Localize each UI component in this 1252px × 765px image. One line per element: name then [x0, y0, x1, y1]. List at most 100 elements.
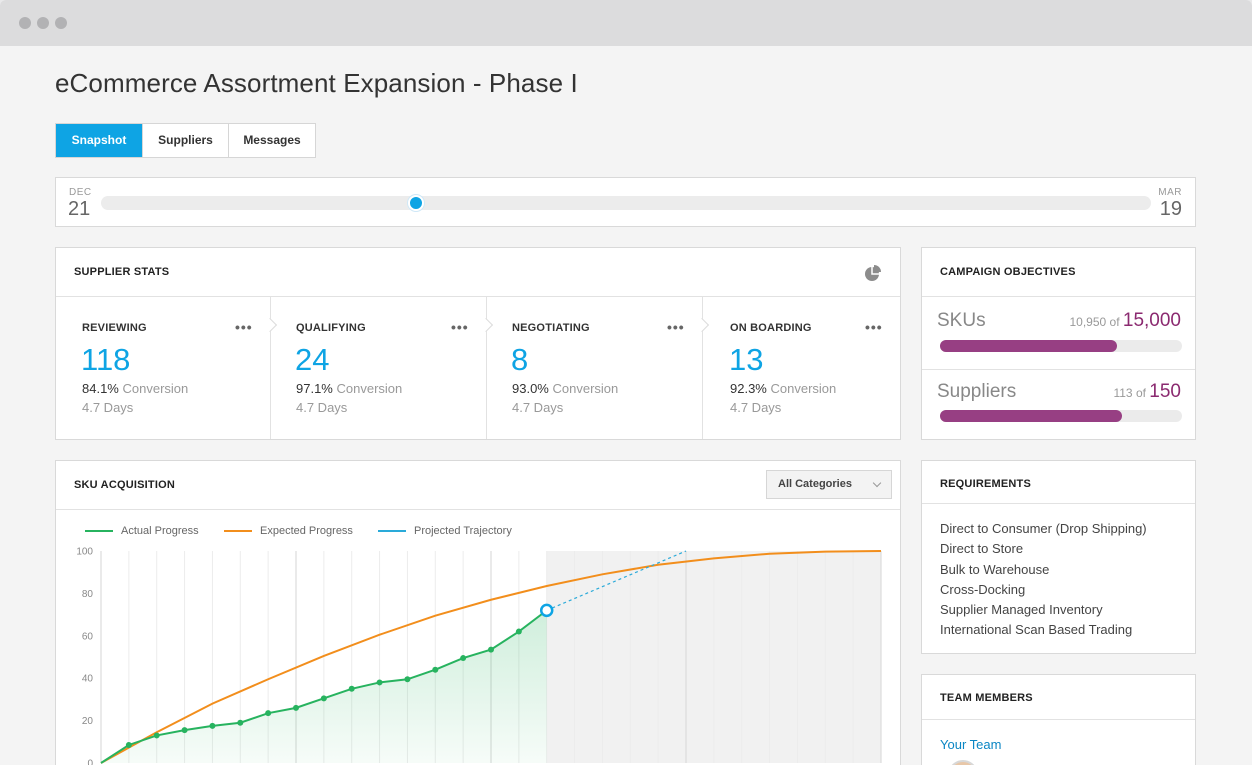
team-members-card: TEAM MEMBERS Your Team [921, 674, 1196, 765]
actual-progress-point [515, 628, 522, 635]
window-maximize-dot[interactable] [55, 17, 67, 29]
requirement-item: Bulk to Warehouse [940, 561, 1050, 577]
tab-messages[interactable]: Messages [229, 124, 315, 157]
objective-current: 113 [1113, 386, 1133, 400]
stat-qualifying: QUALIFYING ••• 24 97.1% Conversion 4.7 D… [295, 297, 471, 439]
stat-days: 4.7 Days [730, 400, 782, 415]
actual-progress-point [404, 676, 411, 683]
objective-label: SKUs [937, 310, 986, 331]
legend-projected: Projected Trajectory [378, 525, 512, 537]
stat-chevron [262, 317, 278, 333]
stat-label: ON BOARDING [730, 322, 812, 334]
sku-acquisition-title: SKU ACQUISITION [74, 479, 175, 491]
legend-label: Expected Progress [260, 525, 353, 537]
stat-conversion-value: 92.3% [730, 381, 767, 396]
timeline-end-day: 19 [1159, 198, 1182, 220]
app-window: eCommerce Assortment Expansion - Phase I… [0, 0, 1252, 765]
legend-label: Projected Trajectory [414, 525, 512, 537]
objective-count: 113 of 150 [1113, 381, 1181, 403]
window-minimize-dot[interactable] [37, 17, 49, 29]
y-tick-label: 20 [82, 716, 94, 727]
team-members-title: TEAM MEMBERS [940, 692, 1033, 704]
timeline-end-month: MAR [1158, 187, 1182, 198]
objective-of: of [1135, 386, 1146, 400]
objective-suppliers: Suppliers 113 of 150 [922, 369, 1195, 439]
stat-days: 4.7 Days [296, 400, 348, 415]
more-options-icon[interactable]: ••• [451, 320, 469, 334]
requirement-item: Supplier Managed Inventory [940, 602, 1103, 618]
objective-total: 150 [1149, 381, 1181, 402]
objective-progress-fill [940, 410, 1123, 422]
window-close-dot[interactable] [19, 17, 31, 29]
category-select[interactable]: All Categories [766, 470, 892, 499]
requirement-item: Cross-Docking [940, 581, 1026, 597]
actual-progress-point [237, 719, 244, 726]
requirement-item: Direct to Consumer (Drop Shipping) [940, 521, 1147, 536]
objective-total: 15,000 [1122, 310, 1181, 331]
stat-label: REVIEWING [82, 322, 147, 334]
window-titlebar [0, 0, 1252, 46]
requirements-list: Direct to Consumer (Drop Shipping) Direc… [940, 519, 1147, 641]
stat-conversion-label: Conversion [122, 381, 189, 396]
sku-acquisition-chart: 0 20 40 60 80 100 [76, 547, 882, 765]
avatar[interactable] [948, 760, 978, 765]
legend-swatch [224, 530, 252, 533]
campaign-objectives-card: CAMPAIGN OBJECTIVES SKUs 10,950 of 15,00… [921, 247, 1196, 440]
tab-suppliers[interactable]: Suppliers [143, 124, 229, 157]
y-tick-label: 60 [82, 631, 94, 642]
objective-progress-bar [940, 410, 1182, 422]
more-options-icon[interactable]: ••• [865, 320, 883, 334]
actual-progress-point [181, 727, 188, 734]
y-tick-label: 100 [76, 547, 93, 558]
timeline-start-day: 21 [68, 198, 91, 220]
stat-conversion: 84.1% Conversion [82, 381, 188, 396]
current-progress-point [539, 603, 554, 618]
objective-of: of [1109, 315, 1120, 329]
y-tick-label: 80 [82, 589, 94, 600]
legend-swatch [378, 530, 406, 533]
campaign-objectives-title: CAMPAIGN OBJECTIVES [940, 266, 1076, 278]
legend-label: Actual Progress [121, 525, 199, 537]
more-options-icon[interactable]: ••• [667, 320, 685, 334]
requirements-card: REQUIREMENTS Direct to Consumer (Drop Sh… [921, 460, 1196, 654]
actual-progress-point [320, 695, 327, 702]
stat-conversion-value: 97.1% [296, 381, 333, 396]
stat-label: QUALIFYING [296, 322, 366, 334]
objective-current: 10,950 [1069, 315, 1107, 329]
sku-acquisition-header: SKU ACQUISITION All Categories [56, 461, 900, 510]
actual-progress-point [265, 710, 272, 717]
timeline-start-month: DEC [69, 187, 92, 198]
stat-value: 8 [511, 342, 529, 377]
objective-progress-bar [940, 340, 1182, 352]
stat-conversion: 92.3% Conversion [730, 381, 836, 396]
timeline-track[interactable] [101, 195, 1151, 211]
stat-reviewing: REVIEWING ••• 118 84.1% Conversion 4.7 D… [81, 297, 257, 439]
stat-label: NEGOTIATING [512, 322, 590, 334]
requirement-item: International Scan Based Trading [940, 622, 1133, 638]
stat-conversion-label: Conversion [336, 381, 403, 396]
your-team-link[interactable]: Your Team [940, 737, 1001, 752]
legend-swatch [85, 530, 113, 533]
stat-days: 4.7 Days [512, 400, 564, 415]
actual-progress-point [460, 655, 467, 662]
stat-conversion-label: Conversion [770, 381, 837, 396]
actual-progress-point [376, 679, 383, 686]
sku-acquisition-card: SKU ACQUISITION All Categories Actual Pr… [55, 460, 901, 765]
actual-progress-point [488, 646, 494, 653]
stat-value: 118 [81, 342, 131, 377]
more-options-icon[interactable]: ••• [235, 320, 253, 334]
chevron-down-icon [872, 478, 882, 488]
stat-days: 4.7 Days [82, 400, 134, 415]
stat-conversion-label: Conversion [552, 381, 619, 396]
stat-conversion: 93.0% Conversion [512, 381, 618, 396]
pie-chart-icon[interactable] [864, 264, 882, 282]
timeline-slider: DEC 21 MAR 19 [55, 177, 1196, 227]
objective-label: Suppliers [937, 381, 1017, 402]
objective-skus: SKUs 10,950 of 15,000 [922, 298, 1195, 368]
tab-snapshot[interactable]: Snapshot [56, 124, 143, 157]
campaign-objectives-header: CAMPAIGN OBJECTIVES [922, 248, 1195, 297]
legend-expected: Expected Progress [224, 525, 353, 537]
timeline-handle[interactable] [408, 195, 424, 211]
stat-chevron [694, 317, 710, 333]
page-title: eCommerce Assortment Expansion - Phase I [55, 68, 578, 98]
